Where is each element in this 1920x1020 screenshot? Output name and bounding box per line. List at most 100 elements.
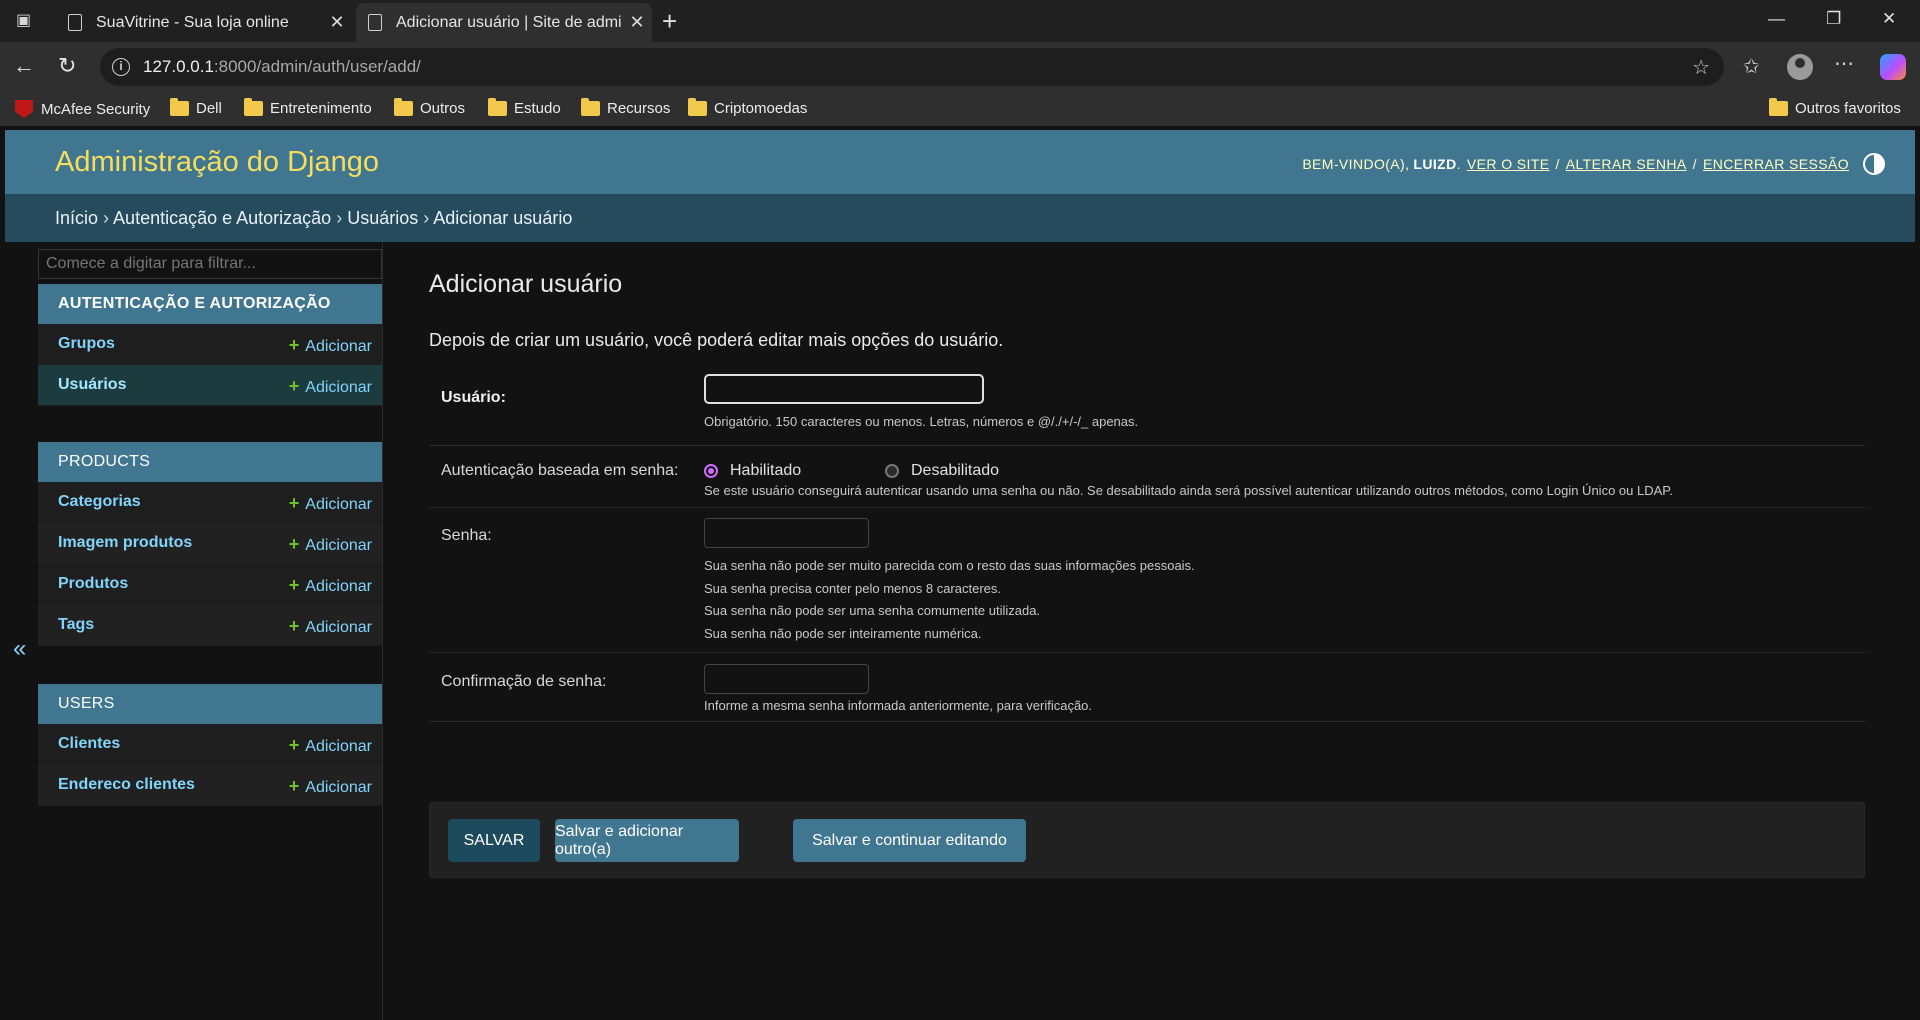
back-icon[interactable]: ←	[13, 53, 35, 79]
profile-avatar[interactable]	[1787, 54, 1813, 80]
bookmark-outros-favoritos[interactable]: Outros favoritos	[1769, 98, 1901, 117]
add-grupo-link[interactable]: + Adicionar	[289, 335, 372, 356]
sidebar-item-produtos: Produtos + Adicionar	[38, 564, 382, 605]
field-row-username: Usuário: Obrigatório. 150 caracteres ou …	[429, 374, 1865, 446]
bookmark-estudo[interactable]: Estudo	[488, 98, 561, 117]
bookmark-criptomoedas[interactable]: Criptomoedas	[688, 98, 807, 117]
module-caption[interactable]: AUTENTICAÇÃO E AUTORIZAÇÃO	[38, 284, 382, 324]
folder-icon	[688, 98, 707, 116]
plus-icon: +	[288, 335, 300, 355]
content-main: Adicionar usuário Depois de criar um usu…	[383, 242, 1915, 1020]
page-title: Adicionar usuário	[429, 270, 623, 298]
sidebar-filter-input[interactable]	[38, 249, 382, 279]
save-and-add-another-button[interactable]: Salvar e adicionar outro(a)	[555, 819, 739, 862]
restore-icon[interactable]: ❐	[1826, 9, 1841, 29]
plus-icon: +	[288, 575, 300, 595]
sidebar-item-clientes: Clientes + Adicionar	[38, 724, 382, 765]
tab-suavitrine[interactable]: SuaVitrine - Sua loja online ✕	[56, 3, 352, 42]
close-window-icon[interactable]: ✕	[1882, 9, 1896, 29]
welcome-text: BEM-VINDO(A),	[1302, 156, 1410, 172]
add-endereco-cliente-link[interactable]: + Adicionar	[289, 776, 372, 797]
plus-icon: +	[288, 534, 300, 554]
admin-header: Administração do Django BEM-VINDO(A), LU…	[5, 130, 1915, 194]
bookmark-dell[interactable]: Dell	[170, 98, 222, 117]
favorites-icon[interactable]: ✩	[1743, 54, 1760, 79]
change-password-link[interactable]: ALTERAR SENHA	[1566, 156, 1687, 172]
password-help-3: Sua senha não pode ser uma senha comumen…	[704, 603, 1041, 618]
password-confirm-label: Confirmação de senha:	[441, 673, 607, 690]
module-caption[interactable]: USERS	[38, 684, 382, 724]
password-input[interactable]	[704, 518, 869, 548]
add-imagem-produto-link[interactable]: + Adicionar	[289, 534, 372, 555]
close-tab-icon[interactable]: ✕	[622, 12, 652, 33]
plus-icon: +	[288, 776, 300, 796]
password-confirm-input[interactable]	[704, 664, 869, 694]
save-button[interactable]: SALVAR	[448, 819, 540, 862]
collapse-sidebar-icon[interactable]: «	[13, 635, 26, 663]
close-tab-icon[interactable]: ✕	[322, 12, 352, 33]
password-auth-help: Se este usuário conseguirá autenticar us…	[704, 483, 1673, 498]
username-input[interactable]	[704, 374, 984, 404]
plus-icon: +	[288, 493, 300, 513]
add-usuario-link[interactable]: + Adicionar	[289, 376, 372, 397]
sidebar-item-categorias: Categorias + Adicionar	[38, 482, 382, 523]
copilot-icon[interactable]	[1880, 54, 1906, 80]
radio-disabled[interactable]: Desabilitado	[885, 462, 999, 480]
logout-link[interactable]: ENCERRAR SESSÃO	[1703, 156, 1849, 172]
tab-title: Adicionar usuário | Site de admini	[396, 13, 622, 31]
theme-toggle-icon[interactable]	[1863, 153, 1885, 175]
add-categoria-link[interactable]: + Adicionar	[289, 493, 372, 514]
view-site-link[interactable]: VER O SITE	[1467, 156, 1550, 172]
breadcrumb-app[interactable]: Autenticação e Autorização	[113, 208, 331, 228]
bookmark-outros[interactable]: Outros	[394, 98, 465, 117]
reload-icon[interactable]: ↻	[58, 53, 76, 79]
password-confirm-help: Informe a mesma senha informada anterior…	[704, 698, 1093, 713]
breadcrumb-model[interactable]: Usuários	[347, 208, 418, 228]
add-produto-link[interactable]: + Adicionar	[289, 575, 372, 596]
module-auth: AUTENTICAÇÃO E AUTORIZAÇÃO Grupos + Adici…	[38, 284, 382, 406]
password-auth-label: Autenticação baseada em senha:	[441, 462, 679, 479]
radio-unselected-icon	[885, 464, 899, 478]
sidebar-item-endereco-clientes: Endereco clientes + Adicionar	[38, 765, 382, 806]
breadcrumb-home[interactable]: Início	[55, 208, 98, 228]
sidebar-item-usuarios: Usuários + Adicionar	[38, 365, 382, 406]
form-intro: Depois de criar um usuário, você poderá …	[429, 330, 1004, 350]
radio-selected-icon	[704, 464, 718, 478]
submit-row: SALVAR Salvar e adicionar outro(a) Salva…	[429, 802, 1865, 878]
module-caption[interactable]: PRODUCTS	[38, 442, 382, 482]
site-brand[interactable]: Administração do Django	[55, 146, 379, 179]
favorite-star-icon[interactable]: ☆	[1692, 55, 1710, 80]
bookmark-entretenimento[interactable]: Entretenimento	[244, 98, 372, 117]
mcafee-icon	[15, 100, 33, 118]
radio-enabled[interactable]: Habilitado	[704, 462, 801, 480]
tab-add-user[interactable]: Adicionar usuário | Site de admini ✕	[356, 3, 652, 42]
module-products: PRODUCTS Categorias + Adicionar Imagem pr…	[38, 442, 382, 646]
plus-icon: +	[288, 616, 300, 636]
field-row-password: Senha: Sua senha não pode ser muito pare…	[429, 508, 1865, 653]
add-tag-link[interactable]: + Adicionar	[289, 616, 372, 637]
bookmark-mcafee[interactable]: McAfee Security	[15, 100, 150, 118]
username: LUIZD	[1413, 156, 1457, 172]
field-row-password-auth: Autenticação baseada em senha: Habilitad…	[429, 446, 1865, 508]
save-and-continue-button[interactable]: Salvar e continuar editando	[793, 819, 1026, 862]
address-bar[interactable]: i 127.0.0.1:8000/admin/auth/user/add/ ☆	[100, 48, 1724, 86]
minimize-icon[interactable]: —	[1768, 9, 1785, 29]
site-info-icon[interactable]: i	[112, 58, 130, 76]
sidebar-toggle-icon[interactable]: ▣	[16, 13, 31, 29]
folder-icon	[1769, 98, 1788, 116]
url-text[interactable]: 127.0.0.1:8000/admin/auth/user/add/	[143, 57, 421, 77]
tab-title: SuaVitrine - Sua loja online	[96, 13, 289, 31]
password-help-4: Sua senha não pode ser inteiramente numé…	[704, 626, 982, 641]
folder-icon	[170, 98, 189, 116]
more-menu-icon[interactable]: ⋯	[1834, 51, 1854, 76]
breadcrumb-current: Adicionar usuário	[433, 208, 573, 228]
password-label: Senha:	[441, 527, 492, 544]
folder-icon	[244, 98, 263, 116]
browser-toolbar: ← ↻ i 127.0.0.1:8000/admin/auth/user/add…	[0, 42, 1920, 94]
sidebar-item-imagem-produtos: Imagem produtos + Adicionar	[38, 523, 382, 564]
add-cliente-link[interactable]: + Adicionar	[289, 735, 372, 756]
new-tab-button[interactable]: +	[662, 6, 677, 37]
username-help: Obrigatório. 150 caracteres ou menos. Le…	[704, 414, 1139, 429]
bookmark-recursos[interactable]: Recursos	[581, 98, 670, 117]
breadcrumb: Início › Autenticação e Autorização › Us…	[5, 194, 1915, 242]
